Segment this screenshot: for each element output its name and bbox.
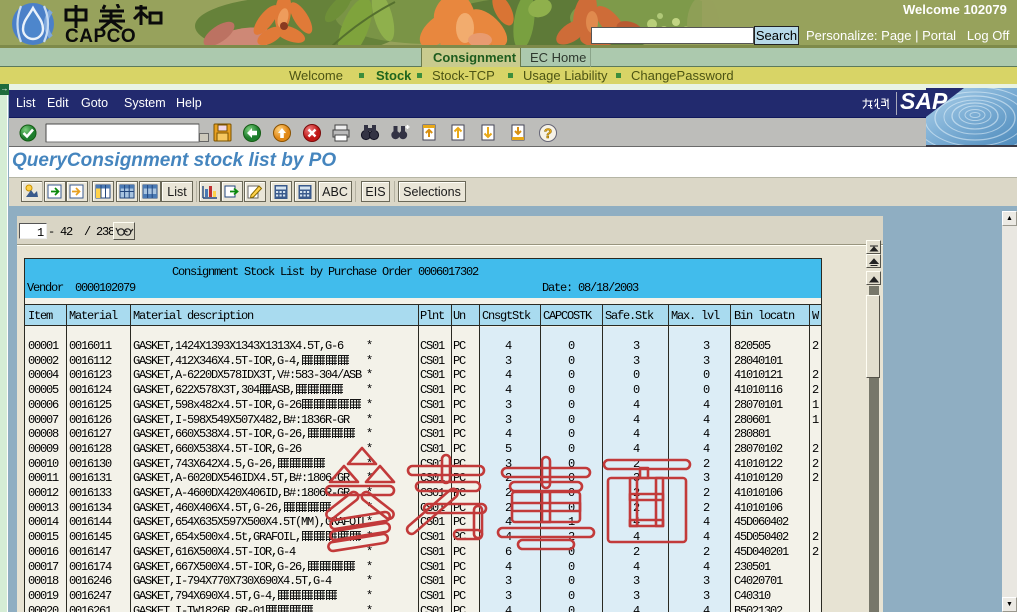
svg-text:Selections: Selections [403,185,461,199]
svg-text:?: ? [544,125,553,141]
svg-text:List: List [167,185,187,199]
svg-text:ABC: ABC [322,185,348,199]
svg-text:EIS: EIS [365,185,385,199]
